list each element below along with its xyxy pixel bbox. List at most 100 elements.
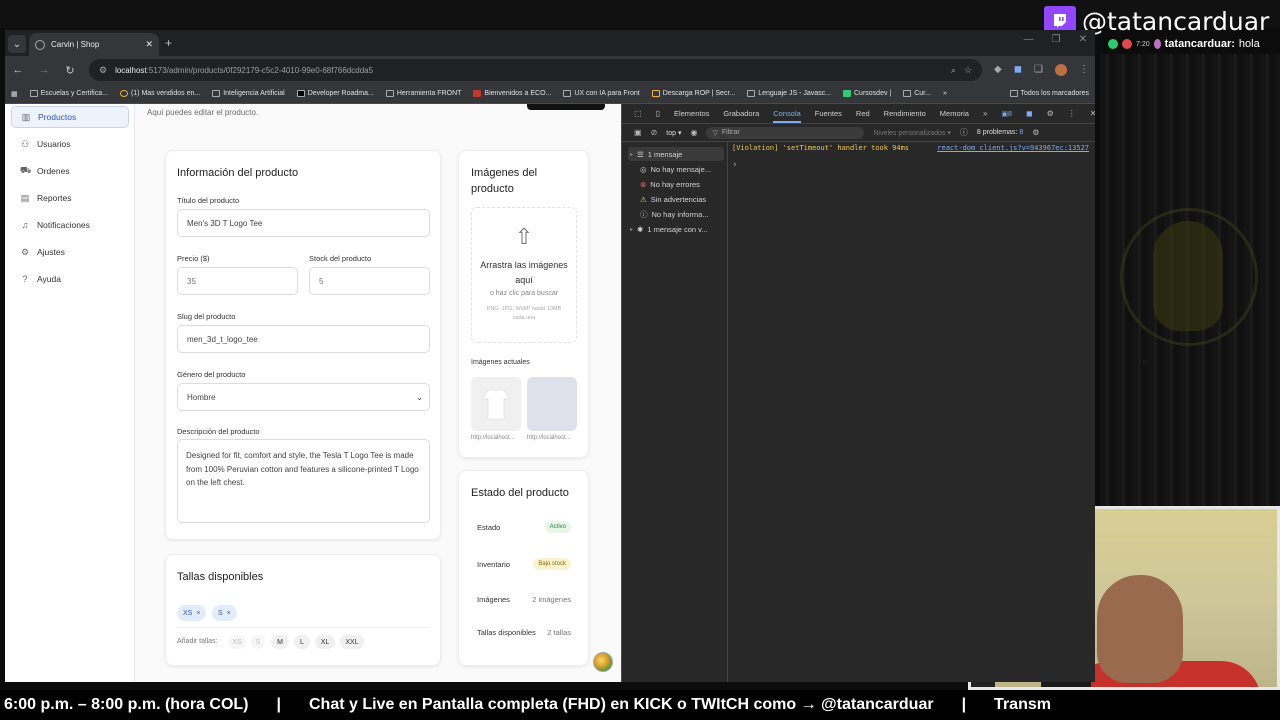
settings-icon[interactable]: ⚙ <box>1047 109 1054 118</box>
tab-grabadora[interactable]: Grabadora <box>723 109 759 118</box>
bookmark-item[interactable]: Herramienta FRONT <box>385 90 461 97</box>
menu-icon[interactable]: ⋮ <box>1079 64 1089 76</box>
console-filter-input[interactable]: ▽ Filtrar <box>706 126 865 139</box>
sidebar-item-productos[interactable]: ▥ Productos <box>11 106 129 128</box>
bookmark-item[interactable]: Descarga ROP | Secr... <box>651 90 735 97</box>
tab-elementos[interactable]: Elementos <box>674 109 709 118</box>
bookmark-item[interactable]: Bienvenidos a ECO... <box>473 90 551 97</box>
more-tabs-icon[interactable]: » <box>983 109 987 118</box>
verbose-filter[interactable]: ▸ ✱ 1 mensaje con v... <box>628 222 724 236</box>
bookmark-item[interactable]: UX con IA para Front <box>563 90 640 97</box>
extension-icon[interactable]: ◆ <box>994 64 1002 76</box>
info-filter[interactable]: ⓘ No hay informa... <box>628 207 724 221</box>
bookmark-item[interactable]: Lenguaje JS - Javasc... <box>747 90 831 97</box>
extension-icon[interactable]: ◼ <box>1014 64 1022 76</box>
puzzle-icon[interactable]: ❏ <box>1034 64 1043 76</box>
sidebar-item-usuarios[interactable]: ⚇ Usuarios <box>11 133 129 155</box>
profile-avatar[interactable] <box>1055 64 1067 76</box>
bookmark-item[interactable]: Inteligencia Artificial <box>212 90 285 97</box>
title-input[interactable]: Men's 3D T Logo Tee <box>177 209 430 237</box>
product-image-thumb[interactable] <box>527 377 577 431</box>
all-bookmarks[interactable]: Todos los marcadores <box>1009 90 1089 97</box>
maximize-icon[interactable]: ❐ <box>1052 34 1061 45</box>
current-images-label: Imágenes actuales <box>471 359 530 366</box>
remove-icon[interactable]: × <box>196 610 200 617</box>
devtools-panel: ⬚ ▯ Elementos Grabadora Consola Fuentes … <box>621 104 1095 682</box>
sidebar-item-notificaciones[interactable]: ♫ Notificaciones <box>11 214 129 236</box>
minimize-icon[interactable]: — <box>1024 34 1034 45</box>
console-output: [Violation] 'setTimeout' handler took 94… <box>732 144 1089 170</box>
sidebar-item-ayuda[interactable]: ? Ayuda <box>11 268 129 290</box>
errors-filter[interactable]: ⊗ No hay errores <box>628 177 724 191</box>
bookmark-item[interactable]: Escuelas y Certifica... <box>29 90 108 97</box>
eye-icon[interactable]: ◉ <box>690 128 697 137</box>
issues-badge[interactable]: ▣8 <box>1001 110 1012 118</box>
size-option-xxl[interactable]: XXL <box>340 635 364 649</box>
more-bookmarks-icon[interactable]: » <box>943 90 947 97</box>
bookmark-item[interactable]: Cur... <box>903 90 931 97</box>
card-title: Estado del producto <box>471 487 569 499</box>
remove-icon[interactable]: × <box>227 610 231 617</box>
device-icon[interactable]: ▯ <box>656 109 660 118</box>
address-bar[interactable]: ⚙ localhost:5173/admin/products/0f292179… <box>89 59 983 81</box>
sidebar-item-ajustes[interactable]: ⚙ Ajustes <box>11 241 129 263</box>
tab-fuentes[interactable]: Fuentes <box>815 109 842 118</box>
apps-icon[interactable]: ▦ <box>11 90 18 98</box>
clear-console-icon[interactable]: ⊘ <box>651 128 658 137</box>
tab-rendimiento[interactable]: Rendimiento <box>884 109 926 118</box>
admin-page: ▥ Productos ⚇ Usuarios ⛟ Ordenes ▤ Reportes … <box>5 104 621 682</box>
dropzone-subtitle: o haz clic para buscar <box>489 290 559 297</box>
size-option-l[interactable]: L <box>294 635 310 649</box>
warnings-filter[interactable]: ⚠ Sin advertencias <box>628 192 724 206</box>
size-option-m[interactable]: M <box>271 635 289 649</box>
reload-icon[interactable]: ↻ <box>63 64 77 77</box>
stock-input[interactable]: 5 <box>309 267 430 295</box>
close-icon[interactable]: ✕ <box>1090 109 1095 118</box>
new-tab-icon[interactable]: + <box>165 36 172 50</box>
close-icon[interactable]: ✕ <box>145 39 153 50</box>
tab-memoria[interactable]: Memoria <box>940 109 969 118</box>
tab-search-icon[interactable]: ⌄ <box>8 35 26 53</box>
product-image-thumb[interactable] <box>471 377 521 431</box>
sidebar-toggle-icon[interactable]: ▣ <box>634 128 642 137</box>
description-textarea[interactable]: Designed for fit, comfort and style, the… <box>177 439 430 523</box>
size-chip-s[interactable]: S × <box>212 605 237 621</box>
forward-icon[interactable]: → <box>37 64 51 76</box>
tab-carvin-shop[interactable]: Carvin | Shop ✕ <box>29 33 159 56</box>
size-chip-xs[interactable]: XS × <box>177 605 207 621</box>
zoom-icon[interactable]: ⌕ <box>951 65 956 76</box>
bookmark-item[interactable]: (1) Mas vendidos en... <box>119 90 200 97</box>
menu-icon[interactable]: ⋮ <box>1068 109 1076 118</box>
page-subtitle: Aquí puedes editar el producto. <box>147 108 259 117</box>
size-option-xl[interactable]: XL <box>315 635 335 649</box>
user-messages-filter[interactable]: ◎ No hay mensaje... <box>628 162 724 176</box>
size-option-xs[interactable]: XS <box>228 635 246 649</box>
image-dropzone[interactable]: ⇧ Arrastra las imágenes aquí o haz clic … <box>471 207 577 343</box>
bookmark-item[interactable]: Developer Roadma... <box>296 90 374 97</box>
card-title: Información del producto <box>177 167 299 179</box>
site-info-icon[interactable]: ⚙ <box>99 65 107 76</box>
price-input[interactable]: 35 <box>177 267 298 295</box>
sidebar-item-reportes[interactable]: ▤ Reportes <box>11 187 129 209</box>
inspect-icon[interactable]: ⬚ <box>634 109 642 118</box>
size-option-s[interactable]: S <box>251 635 265 649</box>
bookmark-star-icon[interactable]: ☆ <box>964 65 972 76</box>
console-settings-icon[interactable]: ⚙ <box>1032 128 1039 137</box>
source-link[interactable]: react-dom_client.js?v=943967ec:13527 <box>937 144 1089 152</box>
problems-count[interactable]: 8 problemas: 8 <box>977 129 1023 136</box>
slug-input[interactable]: men_3d_t_logo_tee <box>177 325 430 353</box>
tab-consola[interactable]: Consola <box>773 109 801 123</box>
bookmark-item[interactable]: Cursosdev | <box>843 90 891 97</box>
save-button[interactable] <box>527 104 605 110</box>
levels-select[interactable]: Niveles personalizados ▾ <box>873 129 950 137</box>
floating-avatar-button[interactable] <box>593 652 613 672</box>
messages-filter[interactable]: ▸ ☰ 1 mensaje <box>628 147 724 161</box>
tab-red[interactable]: Red <box>856 109 870 118</box>
console-prompt[interactable]: › <box>732 160 1089 170</box>
gender-select[interactable]: Hombre ⌄ <box>177 383 430 411</box>
back-icon[interactable]: ← <box>11 64 25 76</box>
context-select[interactable]: top ▾ <box>666 129 681 137</box>
extension-icon[interactable]: ◼ <box>1026 109 1033 118</box>
window-close-icon[interactable]: ✕ <box>1079 34 1087 45</box>
sidebar-item-ordenes[interactable]: ⛟ Ordenes <box>11 160 129 182</box>
